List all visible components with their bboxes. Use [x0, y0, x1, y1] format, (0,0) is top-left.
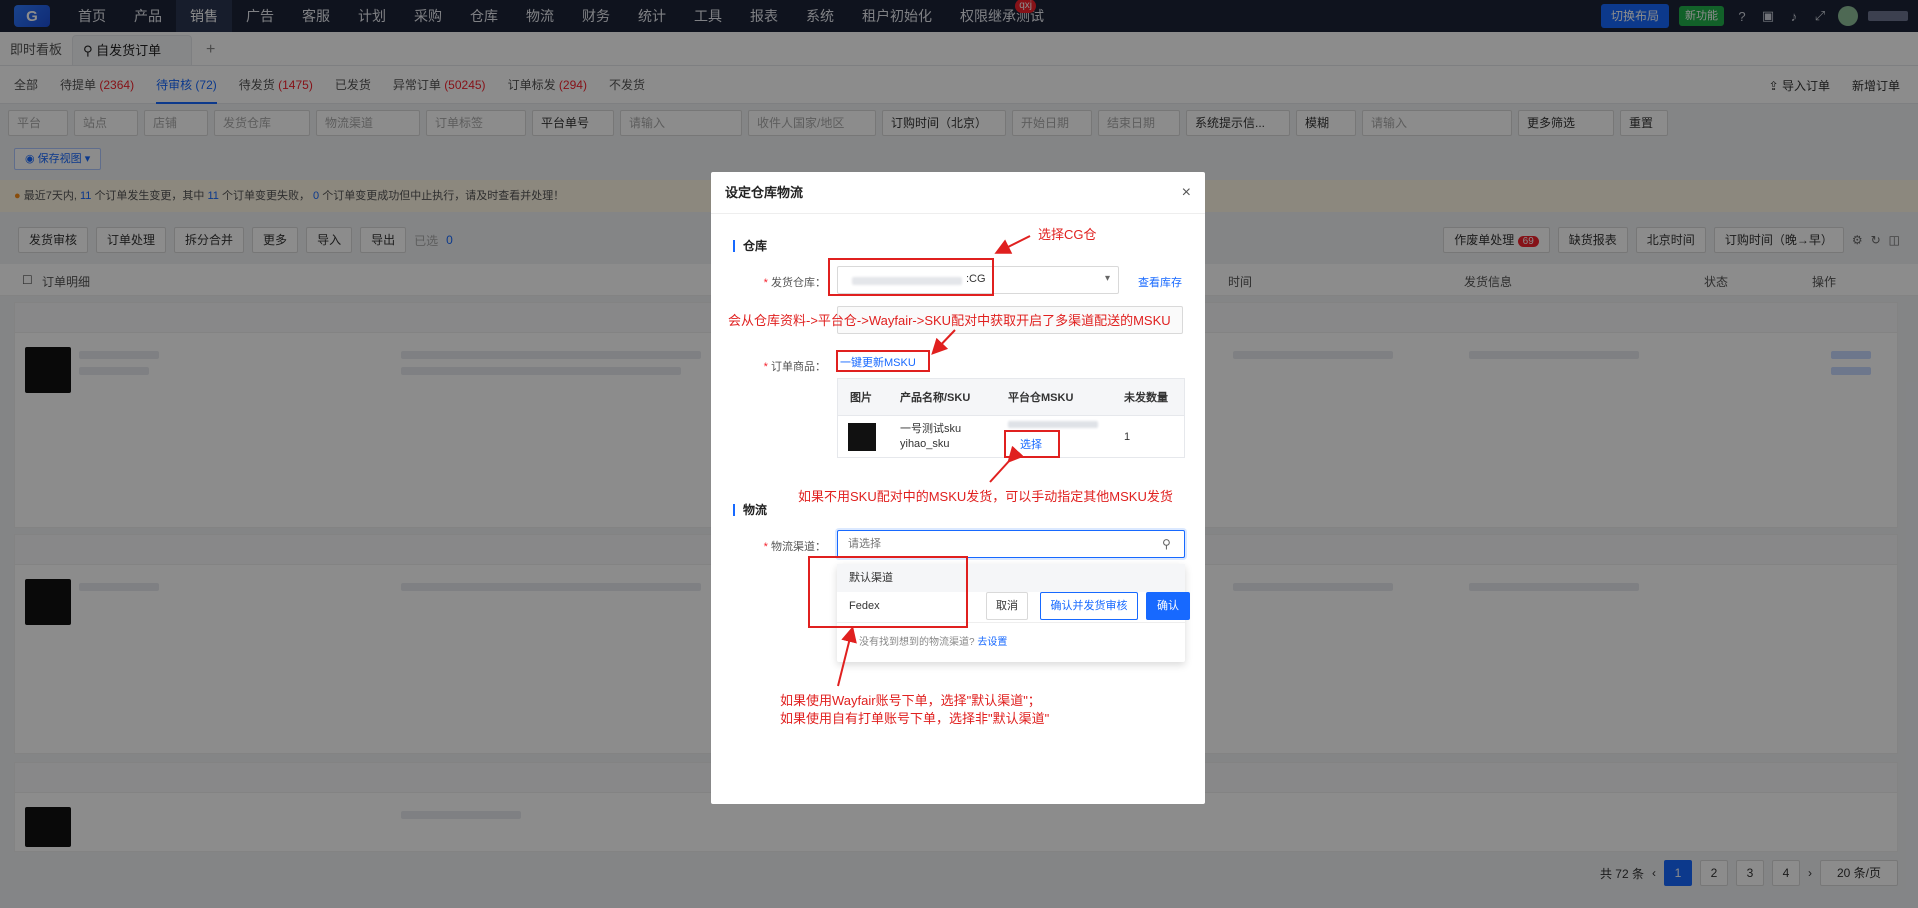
arrow-to-dropdown	[837, 626, 857, 687]
arrow-to-choose	[989, 445, 1024, 483]
arrow-to-update-msku	[931, 329, 956, 355]
arrow-to-warehouse	[994, 235, 1031, 254]
annotation-arrows	[837, 235, 1031, 687]
